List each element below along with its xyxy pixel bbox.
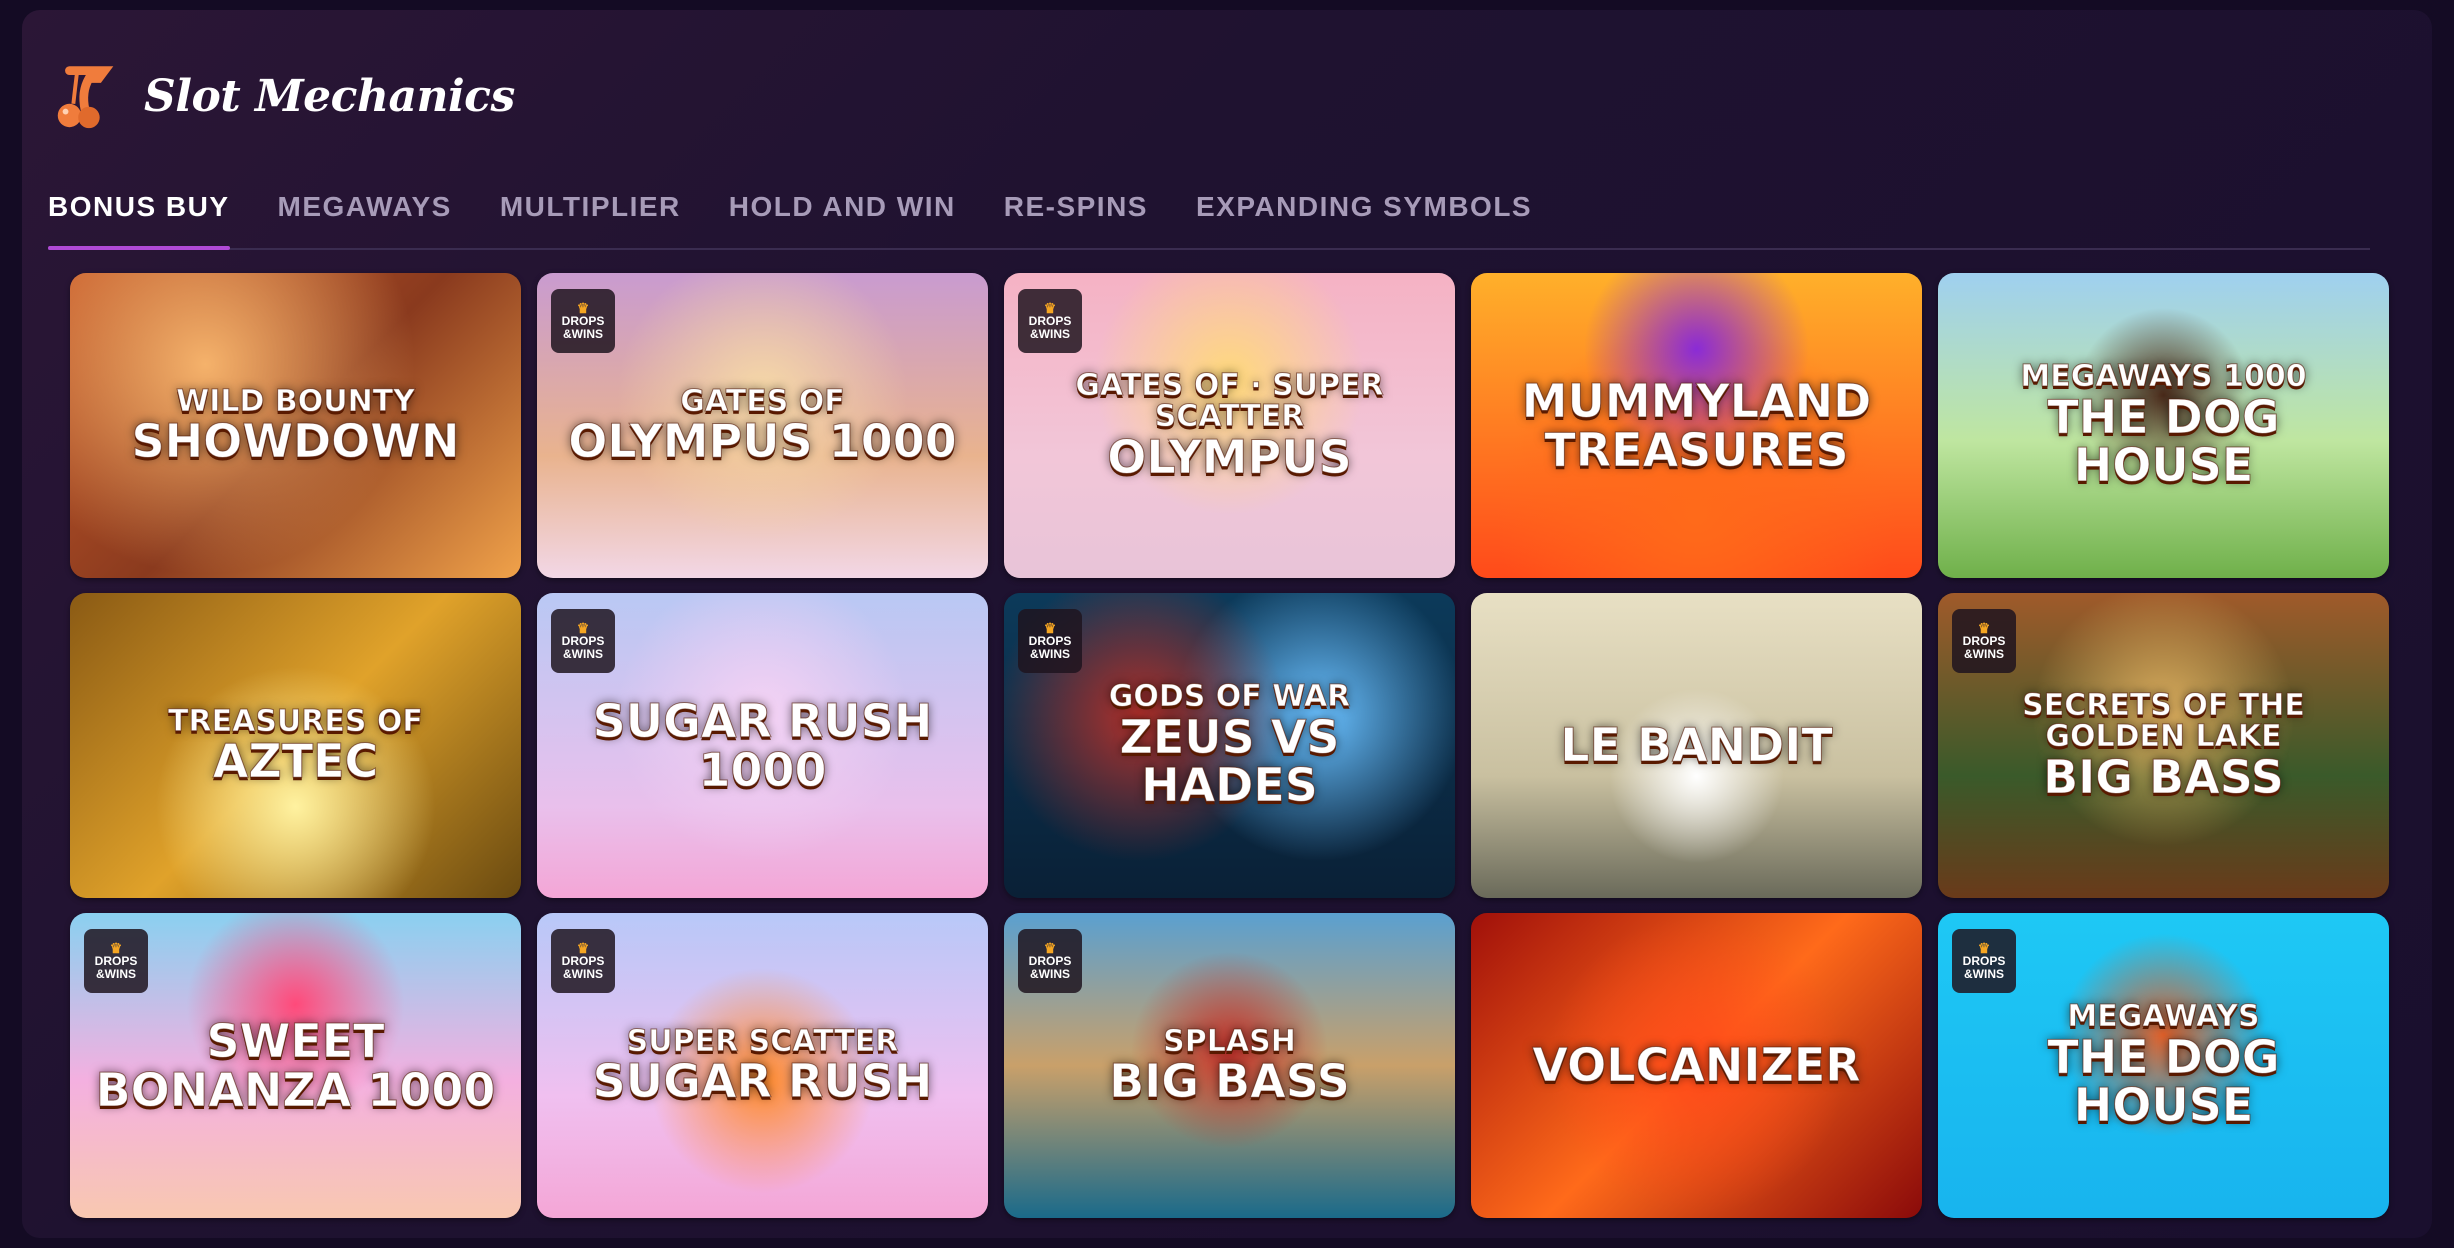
game-tile[interactable]: Gates of · SUPER SCATTER OLYMPUS ♛ DROPS &WI… — [1004, 273, 1455, 578]
game-title: TREASURES OF AZTEC — [168, 703, 424, 789]
game-subtitle: SUPER SCATTER — [626, 1023, 899, 1059]
crown-icon: ♛ — [1043, 300, 1057, 316]
game-grid: WILD BOUNTY SHOWDOWN Gates of OLYMPUS 1000 ♛… — [70, 273, 2389, 1218]
game-subtitle: MEGAWAYS — [2067, 999, 2260, 1035]
game-tile[interactable]: MUMMYLAND TREASURES — [1471, 273, 1922, 578]
section-title: Slot Mechanics — [144, 70, 515, 122]
game-tile[interactable]: TREASURES OF AZTEC — [70, 593, 521, 898]
game-tile[interactable]: Sugar RUSH 1000 ♛ DROPS &WINS — [537, 593, 988, 898]
badge-line-2: &WINS — [96, 967, 136, 981]
game-tile[interactable]: LE BANDIT — [1471, 593, 1922, 898]
game-title: SUPER SCATTER Sugar RUSH — [592, 1023, 933, 1109]
drops-and-wins-badge: ♛ DROPS &WINS — [1952, 609, 2016, 673]
game-tile[interactable]: Gates of OLYMPUS 1000 ♛ DROPS &WINS — [537, 273, 988, 578]
drops-and-wins-badge: ♛ DROPS &WINS — [1018, 929, 1082, 993]
game-tile[interactable]: WILD BOUNTY SHOWDOWN — [70, 273, 521, 578]
tab-bonus-buy[interactable]: BONUS BUY — [48, 166, 230, 250]
game-title: VOLCANIZER — [1532, 1038, 1861, 1093]
game-title: SWEET BONANZA 1000 — [95, 1014, 496, 1117]
drops-and-wins-badge: ♛ DROPS &WINS — [551, 929, 615, 993]
game-subtitle: TREASURES OF — [168, 703, 424, 739]
crown-icon: ♛ — [1977, 940, 1991, 956]
cherry-seven-icon — [57, 66, 114, 129]
game-tile[interactable]: Secrets of The Golden Lake BIG BASS ♛ DROPS… — [1938, 593, 2389, 898]
game-title: WILD BOUNTY SHOWDOWN — [131, 383, 460, 469]
game-subtitle: WILD BOUNTY — [176, 383, 416, 419]
crown-icon: ♛ — [1043, 620, 1057, 636]
crown-icon: ♛ — [1043, 940, 1057, 956]
drops-and-wins-badge: ♛ DROPS &WINS — [1018, 609, 1082, 673]
crown-icon: ♛ — [576, 620, 590, 636]
game-title: LE BANDIT — [1560, 718, 1834, 773]
game-tile[interactable]: MEGAWAYS THE DOG HOUSE ♛ DROPS &WINS — [1938, 913, 2389, 1218]
crown-icon: ♛ — [576, 300, 590, 316]
game-title: Sugar RUSH 1000 — [592, 694, 933, 797]
mechanics-tabs: BONUS BUY MEGAWAYS MULTIPLIER HOLD AND W… — [48, 166, 2370, 250]
game-tile[interactable]: SUPER SCATTER Sugar RUSH ♛ DROPS &WINS — [537, 913, 988, 1218]
badge-line-2: &WINS — [563, 967, 603, 981]
game-tile[interactable]: GODS OF WAR ZEUS vs HADES ♛ DROPS &WINS — [1004, 593, 1455, 898]
drops-and-wins-badge: ♛ DROPS &WINS — [1952, 929, 2016, 993]
crown-icon: ♛ — [576, 940, 590, 956]
crown-icon: ♛ — [1977, 620, 1991, 636]
badge-line-2: &WINS — [1030, 647, 1070, 661]
game-subtitle: Gates of · SUPER SCATTER — [1075, 367, 1384, 435]
game-title: MEGAWAYS 1000 THE DOG HOUSE — [1938, 359, 2389, 490]
game-title: GODS OF WAR ZEUS vs HADES — [1004, 679, 1455, 810]
drops-and-wins-badge: ♛ DROPS &WINS — [84, 929, 148, 993]
game-tile[interactable]: SWEET BONANZA 1000 ♛ DROPS &WINS — [70, 913, 521, 1218]
badge-line-2: &WINS — [1964, 647, 2004, 661]
game-title: Gates of OLYMPUS 1000 — [568, 383, 958, 469]
game-tile[interactable]: SPLASH BIG BASS ♛ DROPS &WINS — [1004, 913, 1455, 1218]
badge-line-2: &WINS — [563, 647, 603, 661]
badge-line-2: &WINS — [1030, 967, 1070, 981]
game-title: MUMMYLAND TREASURES — [1521, 374, 1872, 477]
badge-line-2: &WINS — [1964, 967, 2004, 981]
game-subtitle: Secrets of The Golden Lake — [2022, 687, 2306, 755]
game-title: Gates of · SUPER SCATTER OLYMPUS — [1004, 367, 1455, 481]
game-tile[interactable]: VOLCANIZER — [1471, 913, 1922, 1218]
game-subtitle: GODS OF WAR — [1108, 679, 1351, 715]
game-subtitle: SPLASH — [1163, 1023, 1297, 1059]
drops-and-wins-badge: ♛ DROPS &WINS — [551, 289, 615, 353]
game-subtitle: MEGAWAYS 1000 — [2020, 359, 2307, 395]
game-tile[interactable]: MEGAWAYS 1000 THE DOG HOUSE — [1938, 273, 2389, 578]
tab-expanding-symbols[interactable]: EXPANDING SYMBOLS — [1196, 166, 1532, 248]
game-title: SPLASH BIG BASS — [1109, 1023, 1351, 1109]
badge-line-2: &WINS — [1030, 327, 1070, 341]
game-subtitle: Gates of — [680, 383, 846, 419]
drops-and-wins-badge: ♛ DROPS &WINS — [551, 609, 615, 673]
crown-icon: ♛ — [109, 940, 123, 956]
game-title: MEGAWAYS THE DOG HOUSE — [1938, 999, 2389, 1130]
drops-and-wins-badge: ♛ DROPS &WINS — [1018, 289, 1082, 353]
game-title: Secrets of The Golden Lake BIG BASS — [1938, 687, 2389, 801]
tab-re-spins[interactable]: RE-SPINS — [1004, 166, 1148, 248]
tab-megaways[interactable]: MEGAWAYS — [278, 166, 452, 248]
tab-multiplier[interactable]: MULTIPLIER — [500, 166, 681, 248]
badge-line-2: &WINS — [563, 327, 603, 341]
tab-hold-and-win[interactable]: HOLD AND WIN — [729, 166, 956, 248]
section-header: Slot Mechanics — [48, 56, 515, 136]
